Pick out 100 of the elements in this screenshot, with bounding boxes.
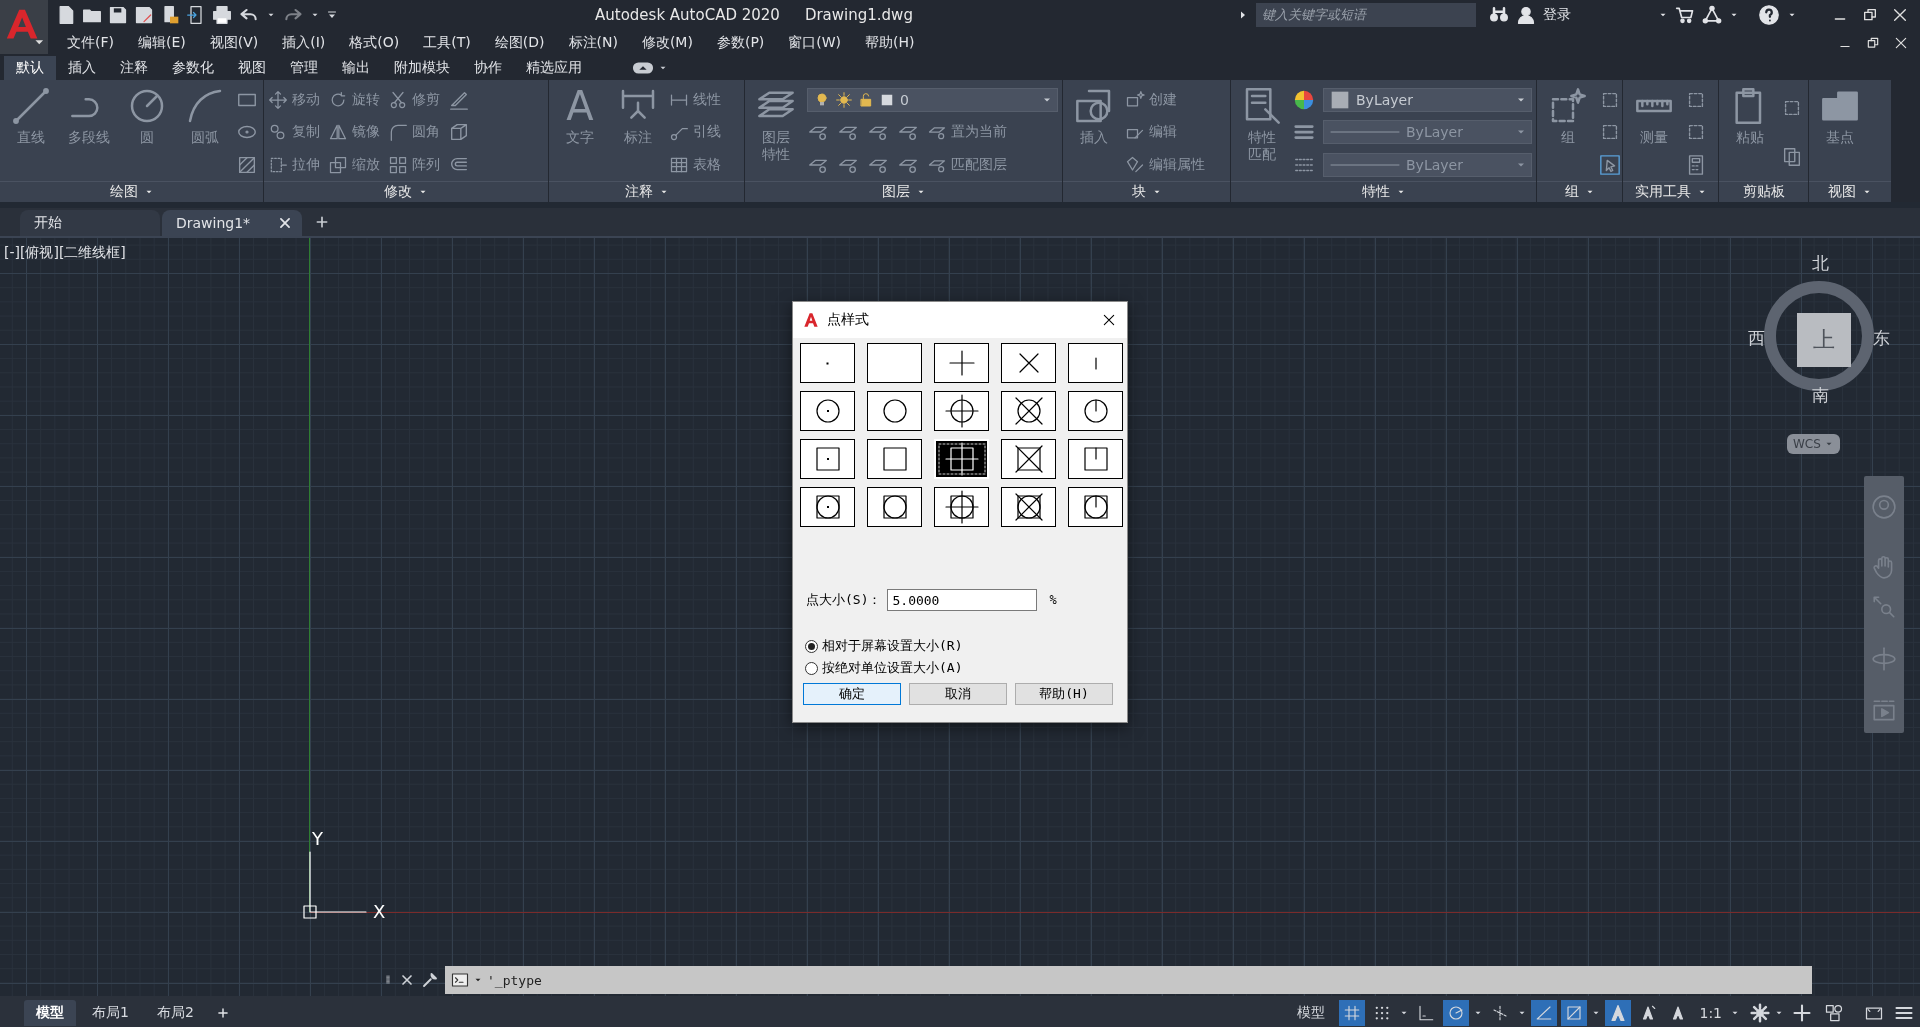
menu-item[interactable]: 工具(T) bbox=[412, 34, 482, 52]
ribbon-tab[interactable]: 附加模块 bbox=[382, 56, 462, 80]
radio-button[interactable] bbox=[805, 661, 818, 675]
ribbon-tab[interactable]: 视图 bbox=[226, 56, 278, 80]
point-style-option[interactable] bbox=[867, 343, 922, 383]
terminal-icon[interactable] bbox=[451, 971, 469, 989]
point-style-option[interactable] bbox=[1068, 343, 1123, 383]
menu-item[interactable]: 格式(O) bbox=[338, 34, 411, 52]
ribbon-tab[interactable]: 参数化 bbox=[160, 56, 226, 80]
layout-tab[interactable]: 布局1 bbox=[80, 999, 141, 1026]
menu-item[interactable]: 绘图(D) bbox=[483, 34, 556, 52]
ribbon-tool[interactable]: 修剪 bbox=[388, 90, 440, 111]
status-toggle[interactable] bbox=[1443, 999, 1470, 1026]
restore-icon[interactable] bbox=[1862, 7, 1878, 23]
ribbon-tab[interactable]: 默认 bbox=[4, 56, 56, 80]
menu-item[interactable]: 插入(I) bbox=[271, 34, 337, 52]
scale-button[interactable]: 1:1 bbox=[1695, 1004, 1726, 1021]
close-icon[interactable] bbox=[1892, 7, 1908, 23]
quick-properties-icon[interactable] bbox=[1824, 1002, 1844, 1023]
ribbon-tab[interactable]: 注释 bbox=[108, 56, 160, 80]
command-line-field[interactable]: '_ptype bbox=[445, 966, 1812, 994]
status-toggle[interactable] bbox=[1605, 999, 1632, 1026]
point-style-option[interactable] bbox=[934, 343, 989, 383]
point-style-option[interactable] bbox=[1001, 391, 1056, 431]
point-style-option[interactable] bbox=[1068, 487, 1123, 527]
status-toggle[interactable] bbox=[1561, 999, 1588, 1026]
menu-item[interactable]: 视图(V) bbox=[198, 34, 270, 52]
dialog-button[interactable]: 取消 bbox=[909, 683, 1007, 705]
add-layout-icon[interactable] bbox=[215, 1005, 230, 1020]
ribbon-tab[interactable]: 插入 bbox=[56, 56, 108, 80]
color-wheel-icon[interactable] bbox=[1293, 89, 1315, 112]
menu-item[interactable]: 修改(M) bbox=[630, 34, 704, 52]
radio-label[interactable]: 相对于屏幕设置大小(R) bbox=[822, 637, 963, 655]
help-icon[interactable] bbox=[1758, 4, 1780, 26]
point-style-option[interactable] bbox=[800, 391, 855, 431]
viewcube-face[interactable]: 上 bbox=[1797, 313, 1851, 367]
point-style-option[interactable] bbox=[934, 391, 989, 431]
status-toggle[interactable] bbox=[1339, 999, 1366, 1026]
point-style-option[interactable] bbox=[1068, 391, 1123, 431]
plus-icon[interactable] bbox=[1792, 1002, 1812, 1023]
layout-tab[interactable]: 模型 bbox=[24, 999, 76, 1026]
menu-item[interactable]: 参数(P) bbox=[705, 34, 776, 52]
menu-item[interactable]: 文件(F) bbox=[56, 34, 125, 52]
user-icon[interactable] bbox=[1516, 5, 1536, 25]
point-style-option[interactable] bbox=[800, 343, 855, 383]
save-as-icon[interactable] bbox=[134, 5, 154, 25]
document-tab[interactable]: Drawing1* bbox=[162, 210, 302, 236]
toggle-pill-icon[interactable] bbox=[632, 60, 654, 76]
pages-icon[interactable] bbox=[1781, 145, 1803, 168]
dialog-button[interactable]: 确定 bbox=[803, 683, 901, 705]
point-style-option[interactable] bbox=[867, 391, 922, 431]
ribbon-button[interactable]: 特性匹配 bbox=[1235, 84, 1289, 181]
ribbon-tool[interactable]: 线性 bbox=[669, 90, 721, 111]
color-dropdown[interactable]: ByLayer bbox=[1323, 88, 1532, 113]
cart-icon[interactable] bbox=[1675, 5, 1695, 25]
point-style-option[interactable] bbox=[1001, 343, 1056, 383]
menu-item[interactable]: 标注(N) bbox=[557, 34, 629, 52]
point-style-option[interactable] bbox=[867, 439, 922, 479]
radio-label[interactable]: 按绝对单位设置大小(A) bbox=[822, 659, 963, 677]
point-style-option[interactable] bbox=[800, 487, 855, 527]
point-style-option[interactable] bbox=[1068, 439, 1123, 479]
point-style-option[interactable] bbox=[1001, 487, 1056, 527]
close-icon[interactable] bbox=[278, 216, 292, 230]
layout-tab[interactable]: 布局2 bbox=[144, 999, 206, 1026]
ribbon-tab[interactable]: 协作 bbox=[462, 56, 514, 80]
add-tab-icon[interactable] bbox=[314, 214, 330, 230]
save-icon[interactable] bbox=[108, 5, 128, 25]
model-space-button[interactable]: 模型 bbox=[1291, 1003, 1332, 1022]
close-icon[interactable] bbox=[399, 972, 415, 988]
search-field[interactable]: 键入关键字或短语 bbox=[1256, 3, 1476, 27]
wrench-icon[interactable] bbox=[421, 971, 439, 989]
ribbon-button[interactable]: 标注 bbox=[611, 84, 665, 181]
compass-label[interactable]: 南 bbox=[1812, 384, 1829, 407]
ribbon-tab[interactable]: 输出 bbox=[330, 56, 382, 80]
gear-icon[interactable] bbox=[1750, 1002, 1770, 1023]
menu-item[interactable]: 窗口(W) bbox=[777, 34, 853, 52]
panel-title[interactable]: 修改 bbox=[264, 181, 548, 202]
ribbon-tool[interactable]: 缩放 bbox=[328, 154, 380, 175]
pencil-icon[interactable] bbox=[448, 89, 470, 112]
radio-button[interactable] bbox=[805, 639, 818, 653]
ribbon-tab[interactable]: 管理 bbox=[278, 56, 330, 80]
point-style-option[interactable] bbox=[800, 439, 855, 479]
triangle-nodes-icon[interactable] bbox=[1702, 5, 1722, 25]
status-toggle[interactable] bbox=[1531, 999, 1558, 1026]
ribbon-button[interactable]: 测量 bbox=[1627, 84, 1681, 181]
printer-icon[interactable] bbox=[212, 5, 232, 25]
point-size-field[interactable]: 5.0000 bbox=[887, 589, 1038, 611]
ribbon-button[interactable]: 图层特性 bbox=[749, 84, 803, 181]
panel-title[interactable]: 实用工具 bbox=[1623, 181, 1718, 202]
ribbon-tool[interactable]: 移动 bbox=[268, 90, 320, 111]
restore-icon[interactable] bbox=[1866, 36, 1880, 50]
ribbon-button[interactable]: 直线 bbox=[4, 84, 58, 181]
point-style-option[interactable] bbox=[934, 487, 989, 527]
menu-item[interactable]: 编辑(E) bbox=[127, 34, 197, 52]
viewport-label[interactable]: [-][俯视][二维线框] bbox=[4, 244, 126, 262]
menu-item[interactable]: 帮助(H) bbox=[854, 34, 926, 52]
point-style-option[interactable] bbox=[1001, 439, 1056, 479]
close-icon[interactable] bbox=[1101, 312, 1117, 328]
layer-dropdown[interactable]: 0 bbox=[807, 88, 1058, 113]
cursor-square-icon[interactable] bbox=[1599, 153, 1621, 176]
